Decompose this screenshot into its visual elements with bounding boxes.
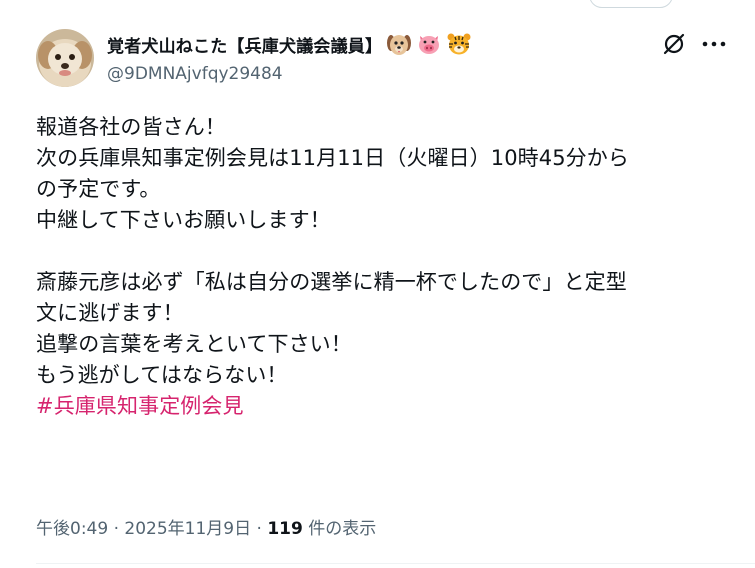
tweet-meta: 午後0:49 · 2025年11月9日 · 119 件の表示 (36, 514, 376, 539)
tweet-line: 次の兵庫県知事定例会見は11月11日（火曜日）10時45分から (36, 146, 629, 170)
avatar[interactable] (36, 29, 94, 87)
grok-icon[interactable] (661, 31, 687, 57)
tweet-line: 報道各社の皆さん！ (36, 115, 226, 139)
tweet-line: もう逃がしてはならない！ (36, 363, 288, 387)
tweet-card: 覚者犬山ねこた【兵庫犬議会議員】 @9DMNAjvfqy29484 報道各社の皆… (0, 0, 755, 568)
tweet-line: 文に逃げます！ (36, 301, 184, 325)
tweet-line: 中継して下さいお願いします！ (36, 208, 331, 232)
more-options-icon[interactable] (699, 33, 729, 55)
post-date[interactable]: 2025年11月9日 (124, 519, 251, 539)
views-count: 119 (267, 519, 303, 539)
tweet-line: 追撃の言葉を考えといて下さい！ (36, 332, 352, 356)
tweet-text: 報道各社の皆さん！ 次の兵庫県知事定例会見は11月11日（火曜日）10時45分か… (36, 112, 748, 422)
author-name-row[interactable]: 覚者犬山ねこた【兵庫犬議会議員】 (107, 30, 472, 58)
author-handle[interactable]: @9DMNAjvfqy29484 (107, 64, 283, 84)
top-button-edge[interactable] (589, 0, 673, 8)
pig-face-emoji-icon (416, 31, 442, 57)
author-display-name[interactable]: 覚者犬山ねこた【兵庫犬議会議員】 (107, 32, 382, 57)
hashtag-link[interactable]: #兵庫県知事定例会見 (36, 391, 748, 422)
dog-face-emoji-icon (386, 31, 412, 57)
post-time[interactable]: 午後0:49 (36, 519, 108, 539)
meta-separator: · (251, 519, 268, 539)
tweet-line: 斎藤元彦は必ず「私は自分の選挙に精一杯でしたので」と定型 (36, 270, 627, 294)
divider (36, 563, 755, 564)
meta-separator: · (108, 519, 125, 539)
views-label: 件の表示 (302, 519, 377, 539)
tiger-face-emoji-icon (446, 31, 472, 57)
tweet-line: の予定です。 (36, 177, 161, 201)
